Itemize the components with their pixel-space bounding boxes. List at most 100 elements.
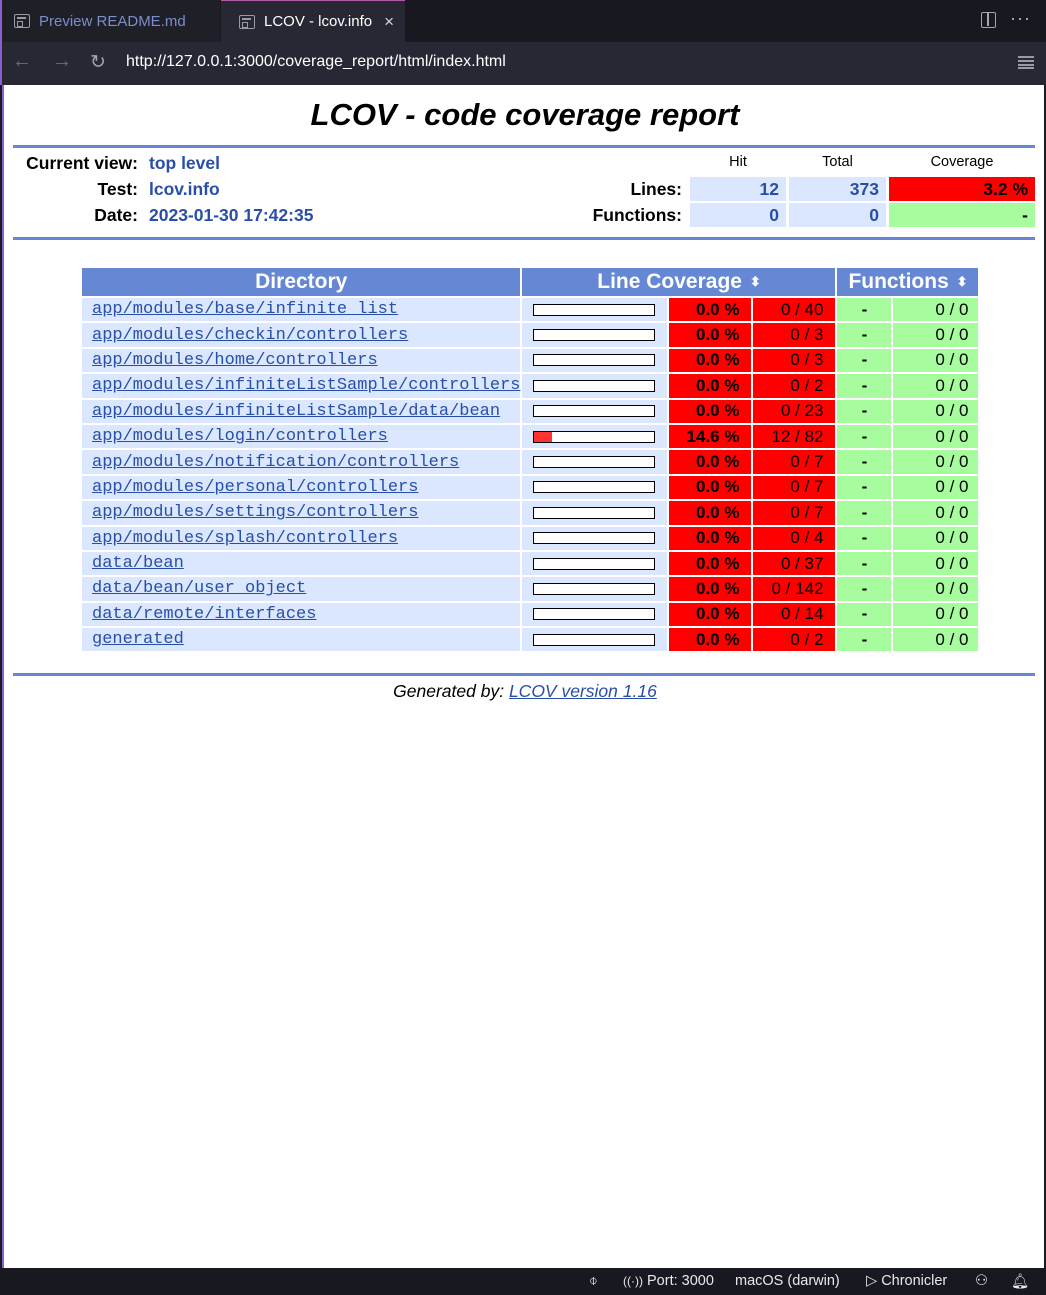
line-coverage-percent: 0.0 % <box>669 475 752 500</box>
directory-link[interactable]: app/modules/checkin/controllers <box>92 326 408 345</box>
function-coverage-count: 0 / 0 <box>893 501 979 525</box>
directory-cell: data/bean/user_object <box>82 577 521 601</box>
coverage-bar-cell <box>522 551 668 576</box>
directory-link[interactable]: data/bean/user_object <box>92 579 306 598</box>
coverage-bar <box>533 481 656 494</box>
coverage-bar-cell <box>522 475 668 500</box>
table-row: app/modules/home/controllers 0.0 % 0 / 3-0… <box>82 348 979 373</box>
coverage-bar-cell <box>522 348 668 373</box>
coverage-bar-fill <box>534 431 552 442</box>
coverage-bar-cell <box>522 374 668 398</box>
line-coverage-percent: 0.0 % <box>669 577 752 601</box>
function-coverage-count: 0 / 0 <box>893 526 979 550</box>
chronicler-label: Chronicler <box>881 1273 948 1289</box>
os-label[interactable]: macOS (darwin) <box>735 1273 840 1289</box>
status-bar: ⌽ ((·)) Port: 3000 macOS (darwin) ▷ Chro… <box>0 1268 1046 1295</box>
directory-link[interactable]: app/modules/infiniteListSample/data/bean <box>92 402 500 421</box>
coverage-bar <box>533 557 656 570</box>
tab-preview-readme[interactable]: Preview README.md <box>2 0 220 42</box>
url-input[interactable]: http://127.0.0.1:3000/coverage_report/ht… <box>126 53 506 71</box>
total-header: Total <box>822 154 853 170</box>
date-label: Date: <box>94 205 138 225</box>
directory-link[interactable]: generated <box>92 630 184 649</box>
sort-icon[interactable]: ⬍ <box>750 274 761 290</box>
function-coverage-percent: - <box>837 602 892 627</box>
hamburger-menu-icon[interactable] <box>1018 56 1034 69</box>
tab-label: Preview README.md <box>39 12 186 30</box>
split-editor-icon[interactable] <box>981 12 996 28</box>
directory-link[interactable]: app/modules/infiniteListSample/controlle… <box>92 376 520 395</box>
lines-total: 373 <box>789 177 886 201</box>
table-row: app/modules/infiniteListSample/data/bean… <box>82 399 979 423</box>
line-coverage-count: 0 / 2 <box>753 628 836 652</box>
line-coverage-count: 0 / 3 <box>753 348 836 373</box>
directory-link[interactable]: data/remote/interfaces <box>92 605 316 624</box>
directory-link[interactable]: app/modules/splash/controllers <box>92 529 398 548</box>
play-icon: ▷ <box>866 1273 878 1289</box>
table-row: app/modules/settings/controllers 0.0 % 0 /… <box>82 501 979 525</box>
directory-link[interactable]: app/modules/settings/controllers <box>92 503 418 522</box>
port-label: Port: 3000 <box>647 1273 714 1289</box>
coverage-bar <box>533 506 656 519</box>
chronicler-item[interactable]: ▷ Chronicler <box>866 1273 947 1289</box>
coverage-bar <box>533 532 656 545</box>
feedback-icon[interactable]: ⚇ <box>975 1273 988 1289</box>
directory-table: Directory Line Coverage ⬍ Functions ⬍ ap… <box>80 266 980 653</box>
more-actions-icon[interactable]: ··· <box>1010 8 1031 29</box>
function-coverage-percent: - <box>837 577 892 601</box>
function-coverage-percent: - <box>837 424 892 449</box>
directory-link[interactable]: app/modules/personal/controllers <box>92 478 418 497</box>
directory-cell: app/modules/home/controllers <box>82 348 521 373</box>
coverage-bar-cell <box>522 298 668 322</box>
notifications-bell-icon[interactable]: 🔔︎ <box>1011 1273 1029 1290</box>
directory-link[interactable]: app/modules/home/controllers <box>92 351 378 370</box>
function-coverage-count: 0 / 0 <box>893 602 979 627</box>
line-coverage-percent: 0.0 % <box>669 551 752 576</box>
directory-cell: generated <box>82 628 521 652</box>
port-item[interactable]: ((·)) Port: 3000 <box>623 1273 714 1289</box>
directory-link[interactable]: app/modules/base/infinite_list <box>92 300 398 319</box>
editor-tab-bar: Preview README.md LCOV - lcov.info × ··· <box>0 0 1046 42</box>
reload-icon[interactable]: ↻ <box>90 51 106 74</box>
function-coverage-count: 0 / 0 <box>893 551 979 576</box>
coverage-bar-cell <box>522 450 668 474</box>
directory-cell: app/modules/settings/controllers <box>82 501 521 525</box>
source-control-icon[interactable]: ⌽ <box>589 1273 598 1289</box>
function-coverage-count: 0 / 0 <box>893 628 979 652</box>
tab-lcov-info[interactable]: LCOV - lcov.info × <box>221 0 405 42</box>
forward-arrow-icon[interactable]: → <box>52 50 72 73</box>
close-icon[interactable]: × <box>384 12 394 32</box>
directory-link[interactable]: app/modules/login/controllers <box>92 427 388 446</box>
sort-icon[interactable]: ⬍ <box>957 274 968 290</box>
line-coverage-count: 0 / 3 <box>753 323 836 347</box>
functions-column-header[interactable]: Functions ⬍ <box>837 268 979 296</box>
functions-total: 0 <box>789 203 886 227</box>
line-coverage-column-header[interactable]: Line Coverage ⬍ <box>522 268 836 296</box>
back-arrow-icon[interactable]: ← <box>12 50 32 73</box>
table-row: generated 0.0 % 0 / 2-0 / 0 <box>82 628 979 652</box>
directory-link[interactable]: data/bean <box>92 554 184 573</box>
table-row: data/remote/interfaces 0.0 % 0 / 14-0 / 0 <box>82 602 979 627</box>
coverage-bar <box>533 582 656 595</box>
table-row: app/modules/checkin/controllers 0.0 % 0 / … <box>82 323 979 347</box>
preview-icon <box>239 14 255 29</box>
function-coverage-count: 0 / 0 <box>893 475 979 500</box>
coverage-bar <box>533 608 656 621</box>
lines-hit: 12 <box>690 177 786 201</box>
line-coverage-count: 0 / 7 <box>753 475 836 500</box>
directory-cell: app/modules/personal/controllers <box>82 475 521 500</box>
line-coverage-percent: 0.0 % <box>669 399 752 423</box>
coverage-bar <box>533 405 656 418</box>
coverage-bar <box>533 354 656 367</box>
function-coverage-count: 0 / 0 <box>893 399 979 423</box>
test-label: Test: <box>97 179 138 199</box>
table-row: app/modules/personal/controllers 0.0 % 0 /… <box>82 475 979 500</box>
table-row: app/modules/infiniteListSample/controlle… <box>82 374 979 398</box>
lcov-version-link[interactable]: LCOV version 1.16 <box>509 681 657 701</box>
function-coverage-percent: - <box>837 501 892 525</box>
function-coverage-percent: - <box>837 628 892 652</box>
directory-link[interactable]: app/modules/notification/controllers <box>92 453 459 472</box>
table-row: app/modules/splash/controllers 0.0 % 0 / 4… <box>82 526 979 550</box>
coverage-bar-cell <box>522 628 668 652</box>
directory-cell: data/remote/interfaces <box>82 602 521 627</box>
